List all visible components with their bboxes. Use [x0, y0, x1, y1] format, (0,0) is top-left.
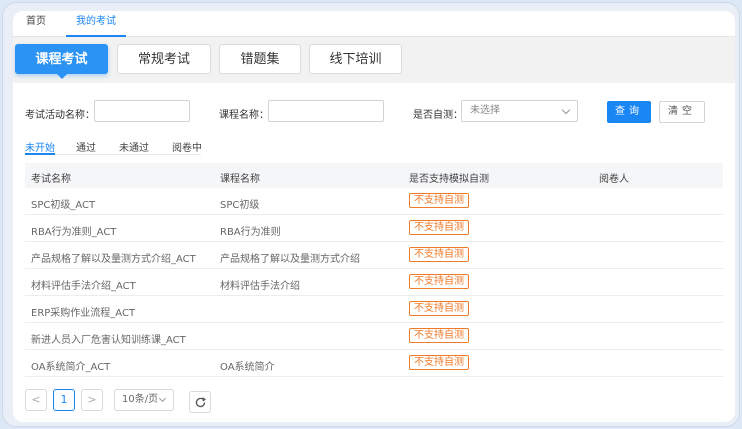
course-name-input[interactable]: [268, 100, 384, 122]
tab-offline-training[interactable]: 线下培训: [309, 44, 402, 74]
tab-wrong-questions[interactable]: 错题集: [219, 44, 301, 74]
course-name-label: 课程名称：: [219, 110, 269, 121]
exam-name: 材料评估手法介绍_ACT: [31, 281, 136, 292]
chevron-down-icon: [158, 394, 167, 403]
screenshot-frame: 首页 我的考试 课程考试 常规考试 错题集 线下培训 考试活动名称： 课程名称：…: [2, 2, 740, 427]
prev-page-button[interactable]: <: [25, 389, 47, 411]
nav-my-exams[interactable]: 我的考试: [66, 11, 126, 37]
page-size-select[interactable]: 10条/页: [114, 389, 174, 411]
exam-name: 新进人员入厂危害认知训练课_ACT: [31, 335, 186, 346]
chevron-down-icon: [561, 105, 571, 115]
course-name: SPC初级: [220, 200, 260, 211]
exam-name: 产品规格了解以及量测方式介绍_ACT: [31, 254, 196, 265]
tab-course-exam[interactable]: 课程考试: [15, 44, 108, 79]
course-name: 产品规格了解以及量测方式介绍: [220, 254, 360, 265]
refresh-button[interactable]: [189, 391, 211, 413]
self-test-value: 未选择: [470, 105, 500, 116]
course-name: RBA行为准则: [220, 227, 281, 238]
nav-home[interactable]: 首页: [26, 11, 46, 37]
col-grader: 阅卷人: [599, 174, 629, 185]
page-1-button[interactable]: 1: [53, 389, 75, 411]
exam-name: ERP采购作业流程_ACT: [31, 308, 136, 319]
page-size-value: 10条/页: [122, 394, 159, 405]
status-badge: 不支持自测: [409, 328, 469, 343]
exam-name: OA系统简介_ACT: [31, 362, 111, 373]
activity-name-input[interactable]: [94, 100, 190, 122]
query-button[interactable]: 查询: [607, 101, 651, 123]
table-row[interactable]: 新进人员入厂危害认知训练课_ACT 不支持自测: [25, 323, 723, 350]
table-header: 考试名称 课程名称 是否支持模拟自测 阅卷人: [25, 163, 723, 188]
refresh-icon: [195, 397, 206, 408]
table-row[interactable]: SPC初级_ACT SPC初级 不支持自测: [25, 188, 723, 215]
status-badge: 不支持自测: [409, 247, 469, 262]
table-row[interactable]: RBA行为准则_ACT RBA行为准则 不支持自测: [25, 215, 723, 242]
course-name: OA系统简介: [220, 362, 275, 373]
col-self-test-support: 是否支持模拟自测: [409, 174, 489, 185]
subtab-grading[interactable]: 阅卷中: [172, 139, 202, 154]
subtab-failed[interactable]: 未通过: [119, 139, 149, 154]
subtab-not-started[interactable]: 未开始: [25, 139, 55, 154]
subtab-active-indicator: [25, 153, 55, 155]
col-course-name: 课程名称: [220, 174, 260, 185]
subtab-passed[interactable]: 通过: [76, 139, 96, 154]
top-nav: 首页 我的考试: [13, 11, 735, 37]
status-badge: 不支持自测: [409, 220, 469, 235]
course-name: 材料评估手法介绍: [220, 281, 300, 292]
table-row[interactable]: 产品规格了解以及量测方式介绍_ACT 产品规格了解以及量测方式介绍 不支持自测: [25, 242, 723, 269]
self-test-label: 是否自测：: [413, 110, 463, 121]
exam-name: RBA行为准则_ACT: [31, 227, 117, 238]
table-row[interactable]: ERP采购作业流程_ACT 不支持自测: [25, 296, 723, 323]
chevron-left-icon: <: [31, 393, 41, 406]
table-row[interactable]: 材料评估手法介绍_ACT 材料评估手法介绍 不支持自测: [25, 269, 723, 296]
status-badge: 不支持自测: [409, 355, 469, 370]
clear-button[interactable]: 清空: [659, 101, 705, 123]
table-row[interactable]: OA系统简介_ACT OA系统简介 不支持自测: [25, 350, 723, 377]
app-window: 首页 我的考试 课程考试 常规考试 错题集 线下培训 考试活动名称： 课程名称：…: [13, 11, 735, 422]
tab-regular-exam[interactable]: 常规考试: [117, 44, 211, 74]
status-badge: 不支持自测: [409, 193, 469, 208]
status-badge: 不支持自测: [409, 301, 469, 316]
activity-name-label: 考试活动名称：: [25, 110, 95, 121]
status-badge: 不支持自测: [409, 274, 469, 289]
self-test-select[interactable]: 未选择: [461, 100, 578, 122]
next-page-button[interactable]: >: [81, 389, 103, 411]
content-panel: 考试活动名称： 课程名称： 是否自测： 未选择 查询 清空 未开始 通过 未通过…: [13, 83, 735, 422]
chevron-right-icon: >: [87, 393, 97, 406]
exam-name: SPC初级_ACT: [31, 200, 96, 211]
col-exam-name: 考试名称: [31, 174, 71, 185]
